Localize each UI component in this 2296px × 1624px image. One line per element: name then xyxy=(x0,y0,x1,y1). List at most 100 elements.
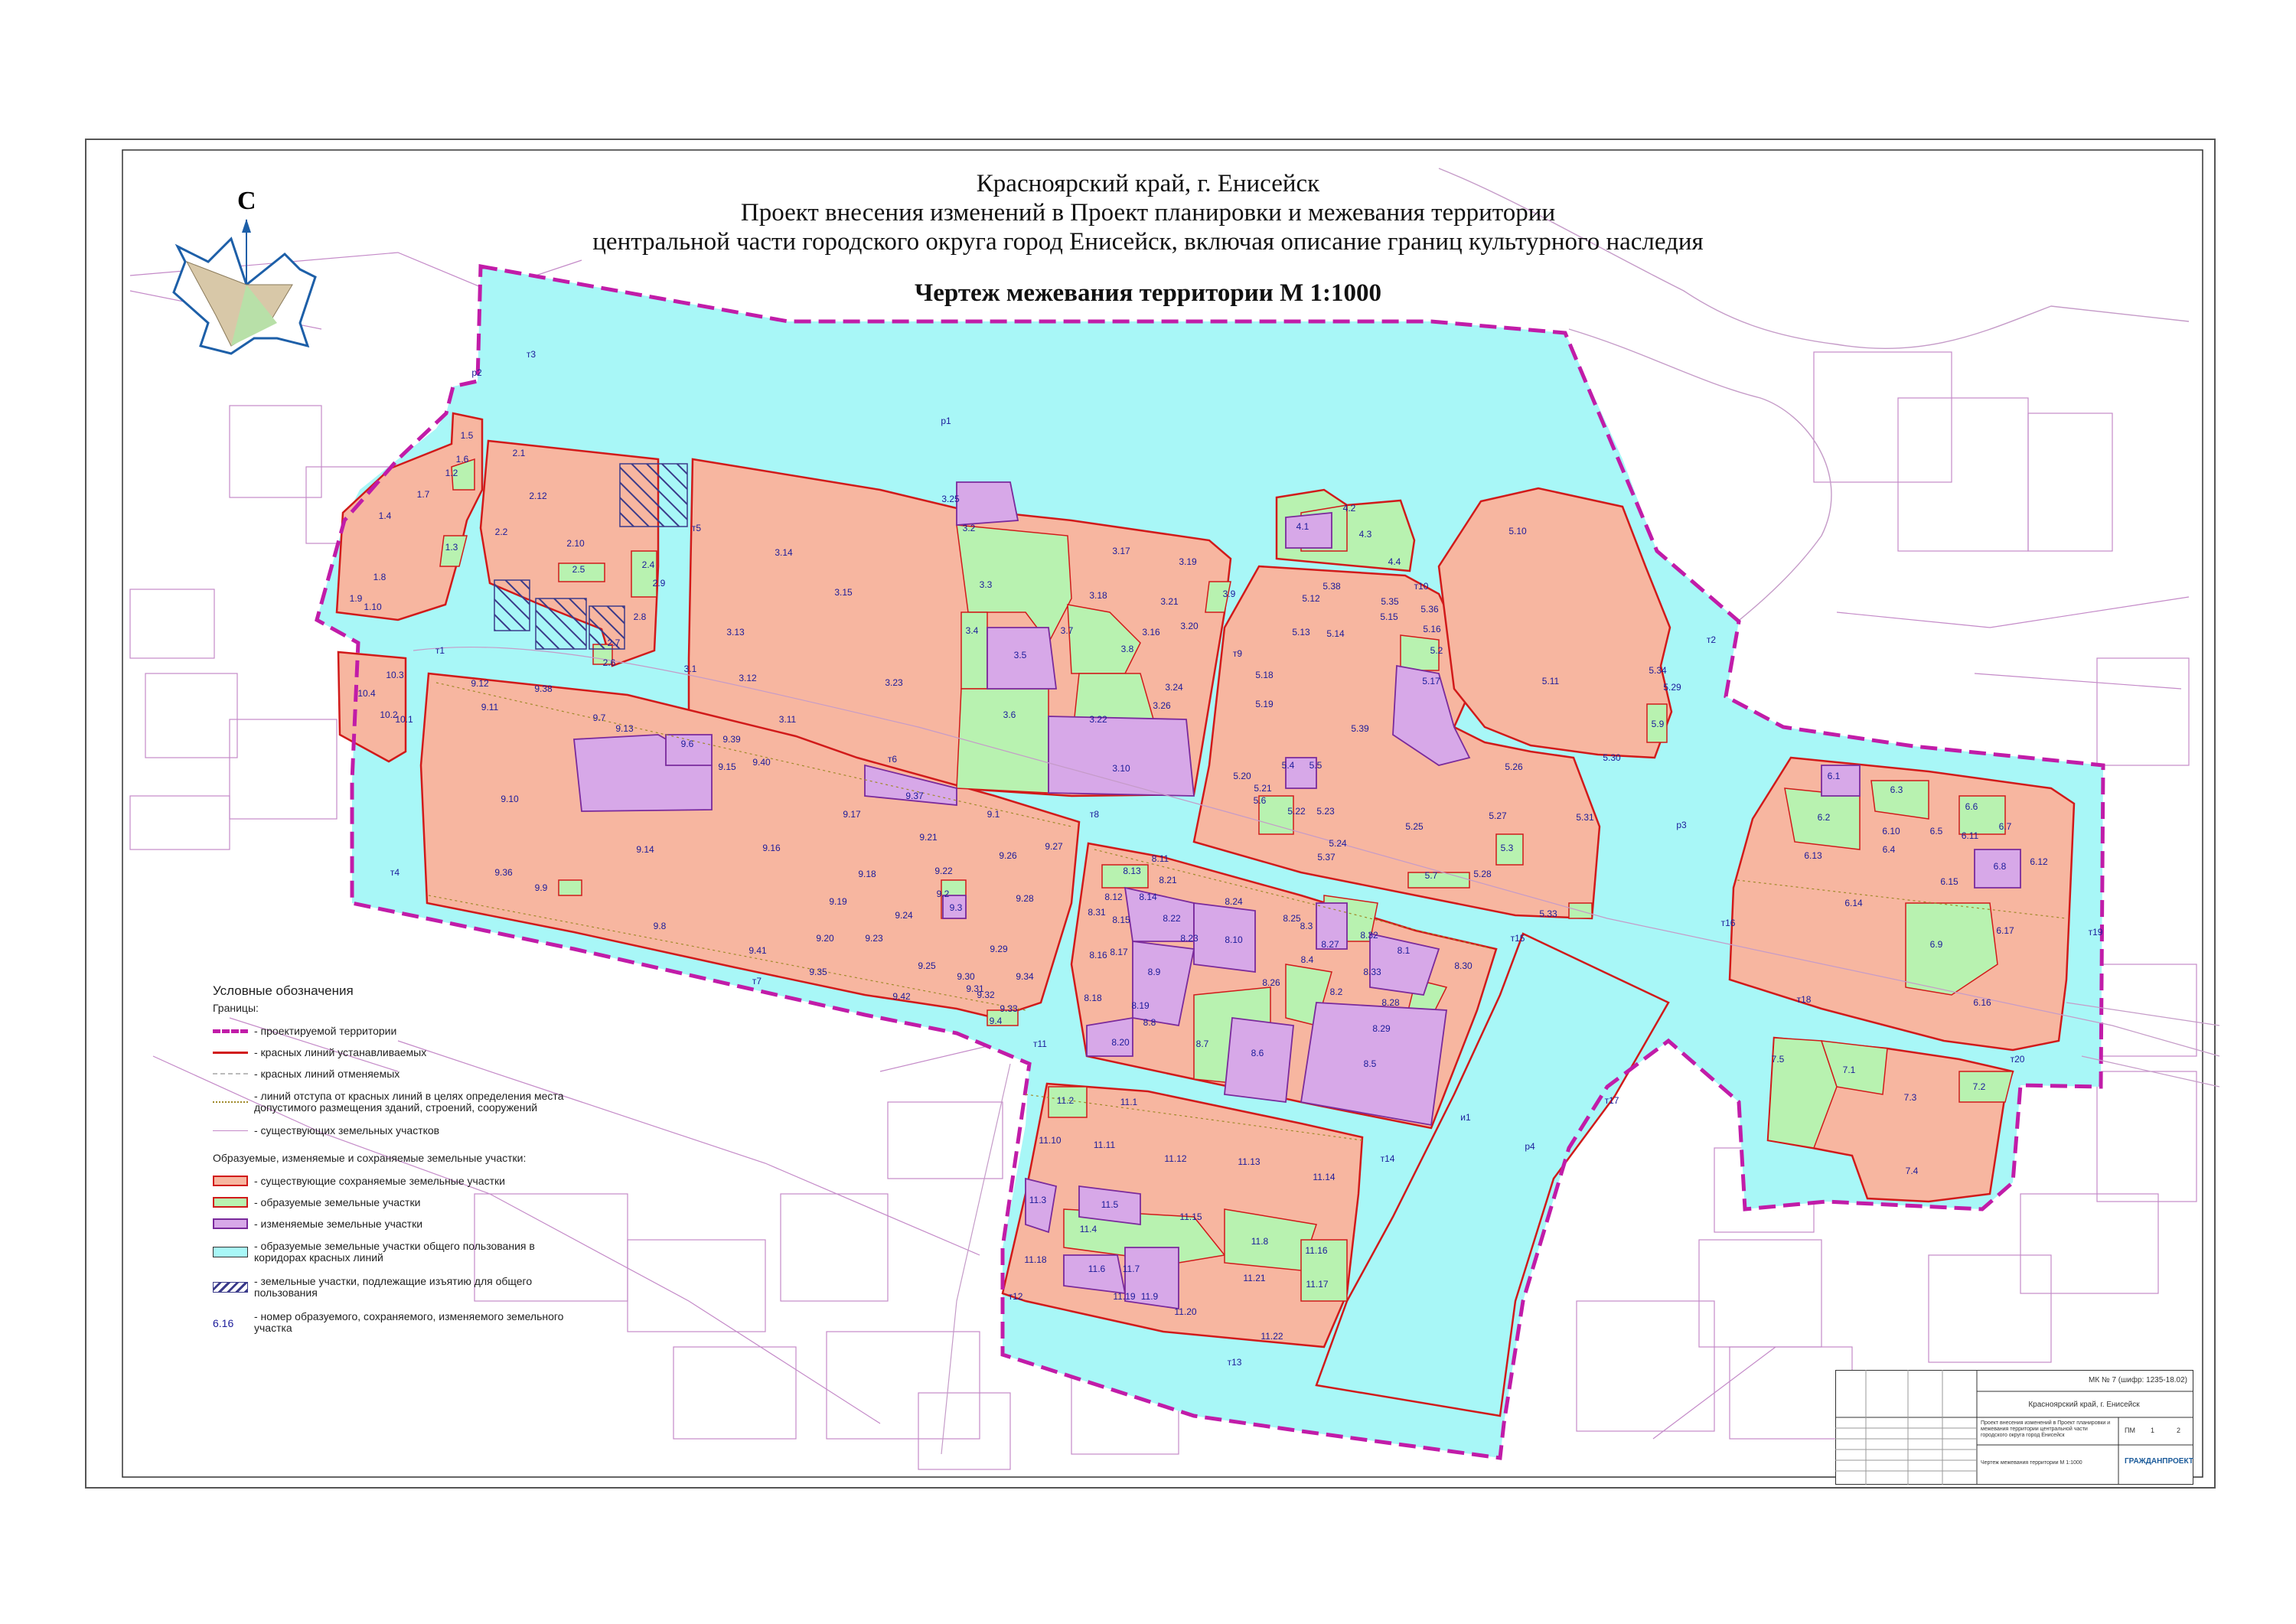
stamp-sheets: 2 xyxy=(2177,1427,2181,1434)
parcel-label: т1 xyxy=(435,645,445,656)
stamp-code: МК № 7 (шифр: 1235-18.02) xyxy=(2089,1376,2187,1384)
legend-swatch-fill-new xyxy=(213,1197,248,1208)
parcel-label: 9.2 xyxy=(936,889,950,899)
parcel-label: 8.14 xyxy=(1139,892,1157,902)
parcel-label: 9.27 xyxy=(1045,841,1063,852)
parcel-label: 8.29 xyxy=(1372,1023,1391,1034)
legend-row: - проектируемой территории xyxy=(213,1020,565,1042)
parcel-label: 5.35 xyxy=(1381,596,1399,607)
parcel-label: 11.2 xyxy=(1056,1095,1075,1106)
legend-swatch-number: 6.16 xyxy=(213,1317,234,1329)
legend-text: - номер образуемого, сохраняемого, измен… xyxy=(254,1310,564,1334)
parcel-label: т16 xyxy=(1720,918,1736,928)
parcel-label: 3.14 xyxy=(775,547,793,558)
parcel-label: 3.26 xyxy=(1153,700,1171,711)
parcel-label: 7.4 xyxy=(1905,1166,1919,1176)
parcel-label: 8.21 xyxy=(1159,875,1177,885)
legend-row: - образуемые земельные участки общего по… xyxy=(213,1234,565,1270)
legend-borders-header: Границы: xyxy=(213,1002,259,1014)
parcel-label: 9.1 xyxy=(987,809,1000,820)
parcel-label: 1.10 xyxy=(364,602,382,612)
parcel-label: 11.15 xyxy=(1179,1211,1202,1222)
parcel-label: 5.14 xyxy=(1326,628,1345,639)
parcel-label: 5.20 xyxy=(1233,771,1251,781)
parcel-label: 1.2 xyxy=(445,468,458,478)
parcel-label: 9.13 xyxy=(615,723,634,734)
parcel-label: 2.2 xyxy=(494,527,508,537)
parcel-label: 9.6 xyxy=(680,739,694,749)
parcel-label: 11.3 xyxy=(1029,1195,1047,1205)
legend-text: - изменяемые земельные участки xyxy=(254,1217,423,1230)
parcel-label: 5.11 xyxy=(1541,676,1560,686)
parcel-label: 1.9 xyxy=(349,593,363,604)
parcel-label: 11.5 xyxy=(1101,1199,1119,1210)
parcel-label: 9.33 xyxy=(1000,1003,1018,1014)
parcel-label: 5.6 xyxy=(1253,795,1267,806)
parcel-label: 6.5 xyxy=(1929,826,1943,836)
parcel-label: 8.11 xyxy=(1151,853,1169,864)
parcel-label: 6.4 xyxy=(1882,844,1896,855)
parcel-label: 3.10 xyxy=(1112,763,1130,774)
parcel-label: 5.2 xyxy=(1430,645,1443,656)
parcel-label: 8.26 xyxy=(1262,977,1280,988)
parcel-label: и1 xyxy=(1460,1112,1471,1123)
parcel-label: 9.22 xyxy=(934,866,953,876)
parcel-label: 3.18 xyxy=(1089,590,1107,601)
parcel-label: т3 xyxy=(526,349,536,360)
parcel-label: 9.21 xyxy=(919,832,938,843)
parcel-label: 8.7 xyxy=(1195,1039,1209,1049)
parcel-label: 5.16 xyxy=(1423,624,1441,634)
parcel-label: 3.25 xyxy=(941,494,960,504)
legend-text: - образуемые земельные участки xyxy=(254,1195,421,1208)
parcel-label: 8.19 xyxy=(1131,1000,1150,1011)
parcel-label: 8.32 xyxy=(1360,930,1378,941)
parcel-label: 1.6 xyxy=(455,454,469,465)
legend-borders: - проектируемой территории - красных лини… xyxy=(213,1020,565,1141)
parcel-label: p3 xyxy=(1676,820,1687,830)
parcel-label: 8.1 xyxy=(1397,945,1411,956)
parcel-label: 5.28 xyxy=(1473,869,1492,879)
parcel-label: 5.18 xyxy=(1255,670,1274,680)
parcel-label: 3.17 xyxy=(1112,546,1130,556)
parcel-label: 8.31 xyxy=(1088,907,1106,918)
parcel-label: 11.9 xyxy=(1140,1291,1159,1302)
parcel-label: 2.5 xyxy=(572,564,585,575)
parcel-label: 11.10 xyxy=(1039,1135,1062,1146)
legend-swatch-fill-existing xyxy=(213,1176,248,1186)
parcel-label: 9.35 xyxy=(809,967,827,977)
parcel-label: 8.20 xyxy=(1111,1037,1130,1048)
parcel-label: 5.3 xyxy=(1500,843,1514,853)
parcel-label: 2.8 xyxy=(633,611,647,622)
parcel-label: 1.3 xyxy=(445,542,458,553)
parcel-label: 9.41 xyxy=(748,945,767,956)
parcel-label: 9.9 xyxy=(534,882,548,893)
legend-parcels-header: Образуемые, изменяемые и сохраняемые зем… xyxy=(213,1152,527,1164)
parcel-label: 5.36 xyxy=(1420,604,1439,615)
title-line-1: Красноярский край, г. Енисейск xyxy=(976,170,1320,197)
stamp-sheet: 1 xyxy=(2151,1427,2155,1434)
parcel-label: 9.7 xyxy=(592,713,606,723)
parcel-label: 11.17 xyxy=(1306,1279,1329,1290)
stamp-sheet-title: Чертеж межевания территории М 1:1000 xyxy=(1981,1460,2082,1466)
parcel-label: 11.22 xyxy=(1261,1331,1283,1342)
legend-text: - красных линий устанавливаемых xyxy=(254,1045,427,1058)
parcel-label: 6.15 xyxy=(1940,876,1958,887)
parcel-label: 6.17 xyxy=(1996,925,2014,936)
parcel-label: 9.4 xyxy=(989,1016,1003,1026)
parcel-label: 3.22 xyxy=(1089,714,1107,725)
parcel-label: 3.19 xyxy=(1179,556,1197,567)
parcel-label: 7.5 xyxy=(1771,1054,1785,1065)
parcel-label: 6.8 xyxy=(1993,861,2007,872)
parcel-label: 11.18 xyxy=(1024,1254,1047,1265)
parcel-label: 11.13 xyxy=(1238,1156,1261,1167)
parcel-label: 3.21 xyxy=(1160,596,1179,607)
parcel-label: 8.15 xyxy=(1112,915,1130,925)
block-10 xyxy=(337,651,407,763)
parcel-label: т17 xyxy=(1604,1095,1619,1106)
legend-text: - земельные участки, подлежащие изъятию … xyxy=(254,1275,533,1299)
parcel-label: 9.38 xyxy=(534,683,553,694)
parcel-label: 9.24 xyxy=(895,910,913,921)
parcel-label: 3.20 xyxy=(1180,621,1199,631)
legend-row: - образуемые земельные участки xyxy=(213,1192,565,1213)
parcel-label: 8.2 xyxy=(1329,986,1343,997)
